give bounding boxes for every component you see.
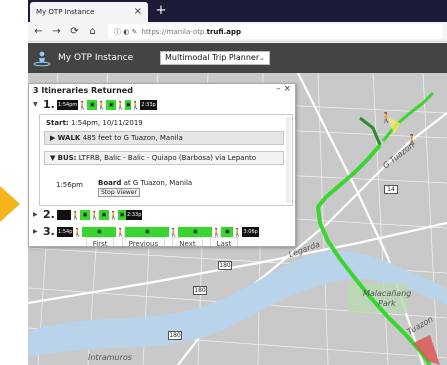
- otp-logo-icon: [33, 51, 51, 67]
- itinerary-panel[interactable]: 3 Itineraries Returned – × ▼ 1. 1:54pm 🚶…: [28, 83, 296, 247]
- walk-mode: WALK: [57, 134, 81, 142]
- map-label-malacanang: Malacañang: [363, 289, 412, 298]
- stop-board: Board at G Tuazon, Manila: [98, 179, 192, 187]
- panel-controls[interactable]: – ×: [276, 84, 291, 94]
- start-time: 1:54pm: [57, 100, 79, 110]
- start-line: Start: 1:54pm, 10/11/2019: [46, 119, 143, 127]
- start-label: Start:: [46, 119, 69, 127]
- pointer-arrow-icon: [0, 186, 20, 222]
- bus-mode: BUS:: [57, 154, 77, 162]
- walk-icon: 🚶: [115, 100, 126, 110]
- url-bar[interactable]: ⓘ ◐ ✎ https://manila-otp.trufi.app: [108, 24, 443, 39]
- forward-arrow-icon[interactable]: →: [49, 24, 64, 39]
- stop-time: 1:56pm: [56, 181, 83, 189]
- next-button[interactable]: Next: [172, 237, 203, 246]
- first-button[interactable]: First: [85, 237, 115, 246]
- reload-icon[interactable]: ⟳: [67, 24, 82, 39]
- bus-icon: ▣: [99, 210, 109, 220]
- road-shield: 180: [193, 286, 207, 295]
- start-time: [57, 210, 71, 220]
- tab-close-icon[interactable]: ×: [134, 6, 142, 17]
- walking-person-icon: 🚶: [380, 113, 393, 124]
- bus-text: LTFRB, Balic - Balic - Quiapo (Barbosa) …: [78, 154, 257, 162]
- tab-bar: My OTP Instance × +: [28, 0, 447, 22]
- home-icon[interactable]: ⌂: [85, 24, 100, 39]
- walk-icon: 🚶: [89, 210, 100, 220]
- stop-viewer-button[interactable]: Stop Viewer: [98, 188, 140, 197]
- map-label-park: Park: [378, 299, 396, 308]
- pager: First Previous Next Last: [31, 231, 293, 246]
- app-title: My OTP Instance: [58, 53, 134, 63]
- panel-title: 3 Itineraries Returned: [33, 86, 133, 95]
- last-button[interactable]: Last: [209, 237, 239, 246]
- previous-button[interactable]: Previous: [121, 237, 166, 246]
- collapse-caret-icon[interactable]: ▼: [33, 101, 38, 108]
- browser-window: My OTP Instance × + ← → ⟳ ⌂ ⓘ ◐ ✎ https:/…: [28, 0, 447, 365]
- itinerary-1[interactable]: ▼ 1. 1:54pm 🚶 ▣ 🚶 ▣ 🚶 ▣ 🚶 2:33p: [31, 97, 293, 114]
- road-shield: 14: [384, 185, 398, 194]
- board-stop-row: 1:56pm Board at G Tuazon, Manila Stop Vi…: [46, 177, 286, 199]
- new-tab-icon[interactable]: +: [153, 2, 169, 20]
- browser-tab[interactable]: My OTP Instance ×: [30, 2, 148, 22]
- back-arrow-icon[interactable]: ←: [31, 24, 46, 39]
- url-domain: trufi.app: [206, 28, 241, 36]
- end-time: 2:33p: [140, 100, 157, 110]
- road-shield: 180: [218, 261, 232, 270]
- chevron-down-icon: ⌄: [259, 54, 265, 62]
- itinerary-bar: 🚶 ▣ 🚶 ▣ 🚶 ▣ 2:33p: [57, 210, 143, 220]
- end-time: 2:33p: [126, 210, 143, 220]
- bus-icon: ▣: [118, 210, 126, 220]
- walk-icon: 🚶: [70, 210, 81, 220]
- bus-leg[interactable]: ▼ BUS: LTFRB, Balic - Balic - Quiapo (Ba…: [44, 151, 284, 165]
- collapse-caret-icon: ▼: [50, 154, 56, 162]
- map-label-intramuros: Intramuros: [88, 353, 132, 362]
- site-info-icons[interactable]: ⓘ ◐ ✎: [114, 28, 137, 36]
- walk-icon: 🚶: [130, 100, 141, 110]
- itinerary-2[interactable]: ▶ 2. 🚶 ▣ 🚶 ▣ 🚶 ▣ 2:33p: [31, 207, 293, 224]
- tab-title: My OTP Instance: [36, 8, 95, 16]
- app-header: My OTP Instance Multimodal Trip Planner …: [28, 43, 447, 73]
- road-shield: 180: [168, 331, 182, 340]
- walk-icon: 🚶: [96, 100, 107, 110]
- board-label: Board: [98, 179, 122, 187]
- mode-select[interactable]: Multimodal Trip Planner ⌄: [160, 51, 270, 65]
- mode-select-value: Multimodal Trip Planner: [165, 53, 260, 62]
- outer-margin: [0, 0, 28, 365]
- bus-icon: ▣: [80, 210, 90, 220]
- bus-icon: ▣: [106, 100, 117, 110]
- start-value: 1:54pm, 10/11/2019: [70, 119, 143, 127]
- url-prefix: https://manila-otp.: [141, 28, 207, 36]
- walk-text: 485 feet to G Tuazon, Manila: [82, 134, 183, 142]
- itinerary-number: 2.: [43, 208, 55, 221]
- expand-caret-icon[interactable]: ▶: [33, 211, 38, 218]
- walk-icon: 🚶: [77, 100, 88, 110]
- itinerary-bar: 1:54pm 🚶 ▣ 🚶 ▣ 🚶 ▣ 🚶 2:33p: [57, 100, 157, 110]
- nav-bar: ← → ⟳ ⌂ ⓘ ◐ ✎ https://manila-otp.trufi.ap…: [28, 22, 447, 42]
- bus-icon: ▣: [87, 100, 98, 110]
- walk-icon: 🚶: [108, 210, 119, 220]
- screenshot: My OTP Instance × + ← → ⟳ ⌂ ⓘ ◐ ✎ https:/…: [0, 0, 447, 365]
- itinerary-details: Start: 1:54pm, 10/11/2019 ▶ WALK 485 fee…: [39, 114, 293, 206]
- expand-caret-icon: ▶: [50, 134, 56, 142]
- board-text: at G Tuazon, Manila: [123, 179, 193, 187]
- walk-leg[interactable]: ▶ WALK 485 feet to G Tuazon, Manila: [44, 131, 284, 145]
- panel-body: ▼ 1. 1:54pm 🚶 ▣ 🚶 ▣ 🚶 ▣ 🚶 2:33p Start: 1…: [31, 97, 293, 246]
- details-scrollbar[interactable]: [286, 117, 291, 203]
- itinerary-number: 1.: [43, 98, 55, 111]
